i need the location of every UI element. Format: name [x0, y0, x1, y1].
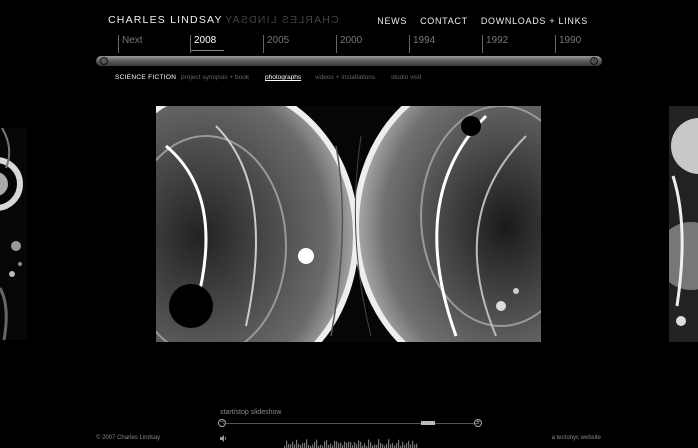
- copyright-text: © 2007 Charles Lindsay: [96, 435, 161, 441]
- logo-text: CHARLES LINDSAY: [108, 14, 223, 26]
- waveform-icon: [284, 436, 418, 448]
- top-navigation: NEWS CONTACT DOWNLOADS + LINKS: [377, 16, 588, 26]
- nav-downloads-links[interactable]: DOWNLOADS + LINKS: [481, 16, 588, 26]
- slider-handle[interactable]: [421, 421, 435, 425]
- timeline-1994[interactable]: 1994: [409, 35, 435, 53]
- slideshow-speed-slider[interactable]: [223, 421, 479, 425]
- slideshow-faster-icon[interactable]: +: [474, 419, 482, 427]
- timeline-next[interactable]: Next: [118, 35, 143, 53]
- site-credit[interactable]: a tectonyc website: [552, 435, 601, 441]
- zoom-out-icon[interactable]: −: [100, 57, 108, 65]
- timeline-1992[interactable]: 1992: [482, 35, 508, 53]
- timeline-2000[interactable]: 2000: [336, 35, 362, 53]
- next-photo-thumbnail[interactable]: [669, 106, 698, 342]
- timeline: Next 2008 2005 2000 1994 1992 1990: [98, 30, 602, 56]
- timeline-1990[interactable]: 1990: [555, 35, 581, 53]
- logo-reflection: CHARLES LINDSAY: [223, 14, 339, 26]
- zoom-in-icon[interactable]: +: [590, 57, 598, 65]
- previous-photo-thumbnail[interactable]: [0, 128, 27, 340]
- nav-news[interactable]: NEWS: [377, 16, 407, 26]
- timeline-2005[interactable]: 2005: [263, 35, 289, 53]
- subnav-photographs[interactable]: photographs: [265, 74, 301, 81]
- subnav-studio-visit[interactable]: studio visit: [391, 74, 421, 81]
- timeline-scrollbar[interactable]: − +: [96, 56, 602, 66]
- main-photograph[interactable]: [156, 106, 541, 342]
- subnav-project-synopsis[interactable]: project synopsis + book: [181, 74, 249, 81]
- nav-contact[interactable]: CONTACT: [420, 16, 468, 26]
- timeline-2008[interactable]: 2008: [190, 35, 225, 53]
- slideshow-toggle[interactable]: start/stop slideshow: [220, 409, 281, 416]
- subnav-videos-installations[interactable]: videos + installations: [315, 74, 375, 81]
- site-logo[interactable]: CHARLES LINDSAYCHARLES LINDSAY: [108, 14, 338, 26]
- speaker-icon[interactable]: [219, 434, 228, 443]
- section-title[interactable]: SCIENCE FICTION: [115, 74, 176, 81]
